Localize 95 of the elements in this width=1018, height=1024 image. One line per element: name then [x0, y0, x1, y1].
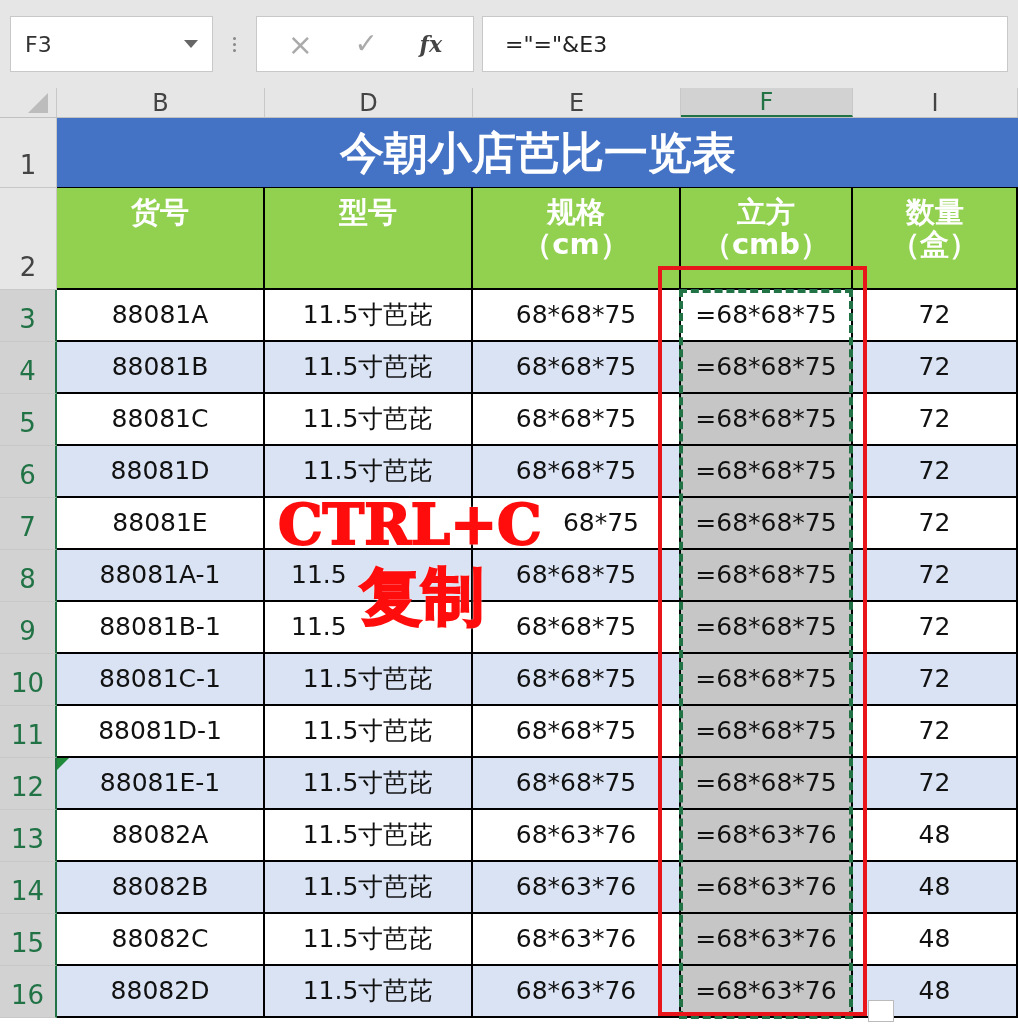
- table-cell: 11.5寸芭芘: [265, 810, 473, 862]
- table-cell: 68*68*75: [473, 654, 681, 706]
- row-header[interactable]: 11: [0, 706, 57, 758]
- table-cell: 68*68*75: [473, 758, 681, 810]
- row-header[interactable]: 12: [0, 758, 57, 810]
- table-cell: 72: [853, 758, 1018, 810]
- table-cell: =68*68*75: [681, 758, 853, 810]
- row-header[interactable]: 7: [0, 498, 57, 550]
- table-cell: 68*63*76: [473, 862, 681, 914]
- table-cell: =68*68*75: [681, 654, 853, 706]
- table-cell: 68*68*75: [473, 706, 681, 758]
- table-cell: =68*68*75: [681, 498, 853, 550]
- more-options-icon[interactable]: [233, 36, 236, 52]
- enter-button[interactable]: ✓: [354, 23, 378, 65]
- table-cell: =68*68*75: [681, 342, 853, 394]
- table-cell: =68*68*75: [681, 602, 853, 654]
- table-cell: 68*63*76: [473, 914, 681, 966]
- header-cell: 立方 （cmb）: [702, 196, 830, 260]
- table-cell: =68*68*75: [681, 550, 853, 602]
- table-cell: 72: [853, 602, 1018, 654]
- table-cell: 88081A: [57, 290, 265, 342]
- table-cell: 72: [853, 654, 1018, 706]
- table-cell: 11.5寸芭芘: [265, 758, 473, 810]
- table-cell: 88081E-1: [57, 758, 265, 810]
- table-cell: 88082A: [57, 810, 265, 862]
- table-cell: 88081B: [57, 342, 265, 394]
- table-cell: 88081B-1: [57, 602, 265, 654]
- table-cell: =68*63*76: [681, 810, 853, 862]
- row-header[interactable]: 15: [0, 914, 57, 966]
- table-cell: 11.5寸芭芘: [265, 706, 473, 758]
- table-cell: 72: [853, 706, 1018, 758]
- table-cell: 72: [853, 394, 1018, 446]
- row-header[interactable]: 16: [0, 966, 57, 1018]
- paste-options-button[interactable]: [868, 1000, 894, 1022]
- table-cell: 68*68*75: [473, 446, 681, 498]
- insert-function-button[interactable]: fx: [419, 27, 443, 61]
- column-header[interactable]: B: [57, 88, 265, 117]
- table-cell: 68*63*76: [473, 966, 681, 1018]
- row-header[interactable]: 13: [0, 810, 57, 862]
- table-cell: 11.5寸芭芘: [265, 966, 473, 1018]
- table-cell: 72: [853, 498, 1018, 550]
- dropdown-caret-icon[interactable]: [184, 40, 198, 48]
- table-cell: 48: [853, 862, 1018, 914]
- table-cell: =68*68*75: [681, 394, 853, 446]
- select-all-button[interactable]: [28, 93, 48, 113]
- table-cell: =68*63*76: [681, 914, 853, 966]
- column-header[interactable]: D: [265, 88, 473, 117]
- sheet-title: 今朝小店芭比一览表: [57, 118, 1018, 188]
- table-cell: 88081A-1: [57, 550, 265, 602]
- formula-input[interactable]: ="="&E3: [482, 16, 1008, 72]
- header-cell: 数量 （盒）: [891, 196, 978, 260]
- table-cell: 68*68*75: [473, 342, 681, 394]
- table-cell: 48: [853, 914, 1018, 966]
- table-cell: 88082D: [57, 966, 265, 1018]
- table-cell: 88081D: [57, 446, 265, 498]
- table-cell: 72: [853, 290, 1018, 342]
- table-cell: 88081D-1: [57, 706, 265, 758]
- table-cell: 11.5寸芭芘: [265, 914, 473, 966]
- table-cell: =68*63*76: [681, 862, 853, 914]
- table-cell: 72: [853, 342, 1018, 394]
- header-cell: 货号: [131, 196, 189, 228]
- table-cell: 72: [853, 550, 1018, 602]
- table-cell: 11.5寸芭芘: [265, 342, 473, 394]
- table-cell: =68*68*75: [681, 706, 853, 758]
- row-header[interactable]: 9: [0, 602, 57, 654]
- table-cell: 88081C-1: [57, 654, 265, 706]
- header-cell: 规格 （cm）: [523, 196, 629, 260]
- table-cell: 88082C: [57, 914, 265, 966]
- table-cell: 11.5寸芭芘: [265, 290, 473, 342]
- row-header[interactable]: 3: [0, 290, 57, 342]
- table-cell: 48: [853, 810, 1018, 862]
- table-cell: 11.5寸芭芘: [265, 654, 473, 706]
- table-cell: 11.5寸芭芘: [265, 446, 473, 498]
- table-cell: 11.5寸芭芘: [265, 862, 473, 914]
- row-header[interactable]: 2: [0, 188, 57, 290]
- row-header[interactable]: 8: [0, 550, 57, 602]
- table-cell: 88081C: [57, 394, 265, 446]
- row-header[interactable]: 10: [0, 654, 57, 706]
- header-cell: 型号: [339, 196, 397, 228]
- table-cell: 11.5寸芭芘: [265, 394, 473, 446]
- row-header[interactable]: 1: [0, 118, 57, 188]
- table-cell: 68*68*75: [473, 394, 681, 446]
- row-header[interactable]: 14: [0, 862, 57, 914]
- column-header[interactable]: I: [853, 88, 1018, 117]
- cancel-button[interactable]: ×: [287, 21, 313, 67]
- column-header[interactable]: F: [681, 88, 853, 117]
- row-header[interactable]: 4: [0, 342, 57, 394]
- row-header[interactable]: 6: [0, 446, 57, 498]
- table-cell: 48: [853, 966, 1018, 1018]
- table-cell: =68*68*75: [681, 446, 853, 498]
- name-box[interactable]: F3: [10, 16, 213, 72]
- table-cell: 72: [853, 446, 1018, 498]
- table-cell: 88081E: [57, 498, 265, 550]
- row-header[interactable]: 5: [0, 394, 57, 446]
- table-cell: 88082B: [57, 862, 265, 914]
